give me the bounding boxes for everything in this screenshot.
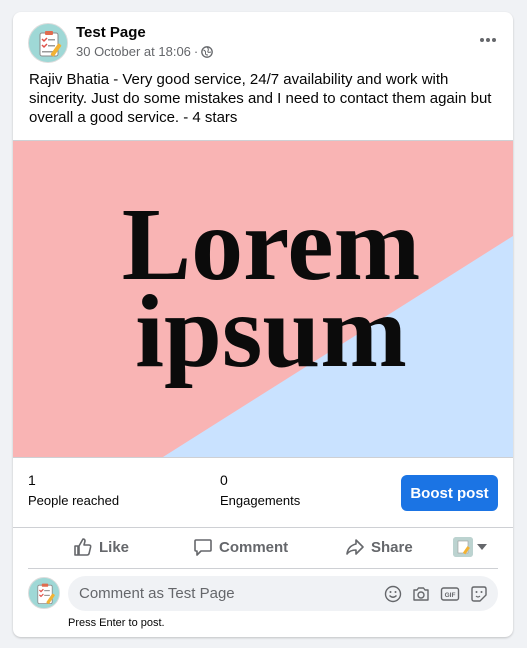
engagements-value: 0 (220, 472, 228, 488)
comment-composer: GIF Press Enter to post. (13, 574, 513, 634)
boost-post-button[interactable]: Boost post (401, 475, 498, 511)
divider (13, 527, 513, 528)
engagements-stat[interactable]: 0 Engagements (220, 472, 300, 508)
share-arrow-icon (346, 539, 364, 555)
svg-text:GIF: GIF (445, 592, 456, 599)
thumbs-up-icon (74, 538, 92, 556)
like-button[interactable]: Like (73, 530, 129, 564)
people-reached-stat[interactable]: 1 People reached (28, 472, 119, 508)
page-name[interactable]: Test Page (76, 24, 146, 41)
lorem-ipsum-graphic: Lorem ipsum (13, 141, 513, 457)
image-text-line2: ipsum (135, 274, 407, 389)
post-meta: 30 October at 18:06 · (76, 44, 214, 59)
like-label: Like (99, 538, 130, 556)
post-timestamp[interactable]: 30 October at 18:06 (76, 44, 191, 59)
people-reached-value: 1 (28, 472, 36, 488)
share-button[interactable]: Share (345, 530, 413, 564)
caret-down-icon (477, 544, 487, 550)
camera-icon[interactable] (412, 585, 430, 603)
engagements-label: Engagements (220, 493, 301, 508)
post-card: Test Page 30 October at 18:06 · Rajiv Bh… (13, 12, 513, 637)
audience-selector[interactable] (453, 530, 487, 564)
comment-label: Comment (219, 538, 289, 556)
meta-separator: · (193, 44, 199, 59)
post-actions: Like Comment Share (28, 530, 498, 569)
press-enter-hint: Press Enter to post. (68, 617, 165, 629)
more-options-button[interactable] (475, 30, 501, 50)
emoji-icon[interactable] (384, 585, 402, 603)
insights-bar: 1 People reached 0 Engagements Boost pos… (13, 459, 513, 527)
more-dots-icon (480, 38, 496, 42)
commenter-avatar (28, 577, 60, 609)
page-avatar-icon (453, 537, 473, 557)
post-image[interactable]: Lorem ipsum (13, 140, 513, 458)
comment-button[interactable]: Comment (193, 530, 288, 564)
checklist-avatar-icon (29, 578, 59, 608)
share-label: Share (371, 538, 413, 556)
post-header: Test Page 30 October at 18:06 · (13, 12, 513, 72)
comment-bubble-icon (194, 539, 212, 556)
composer-icons: GIF (384, 585, 488, 603)
checklist-avatar-icon (29, 24, 67, 62)
post-text: Rajiv Bhatia - Very good service, 24/7 a… (29, 71, 492, 126)
sticker-icon[interactable] (470, 585, 488, 603)
page-avatar[interactable] (28, 23, 68, 63)
gif-icon[interactable]: GIF (440, 585, 460, 603)
globe-icon[interactable] (201, 45, 214, 58)
people-reached-label: People reached (28, 493, 120, 508)
